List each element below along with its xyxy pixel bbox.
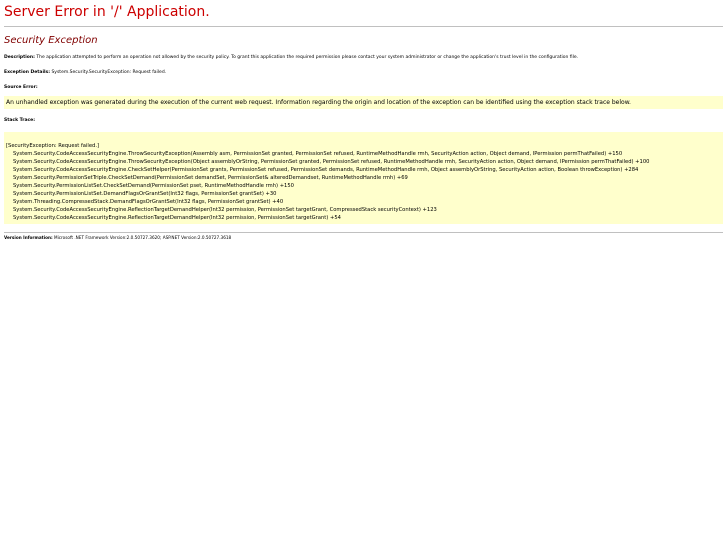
- stack-trace-line: System.Security.CodeAccessSecurityEngine…: [13, 215, 341, 221]
- version-text: Microsoft .NET Framework Version:2.0.507…: [52, 235, 232, 240]
- stack-trace: [SecurityException: Request failed.] Sys…: [4, 132, 723, 224]
- exception-details-text: System.Security.SecurityException: Reque…: [50, 70, 167, 75]
- source-error-message: An unhandled exception was generated dur…: [4, 96, 723, 109]
- source-error-label: Source Error:: [4, 85, 38, 90]
- footer-divider: [4, 232, 723, 233]
- exception-details-label: Exception Details:: [4, 70, 51, 75]
- error-page: Server Error in '/' Application. Securit…: [0, 4, 727, 545]
- stack-trace-line: System.Security.PermissionListSet.CheckS…: [13, 183, 294, 189]
- stack-trace-header: [SecurityException: Request failed.]: [6, 143, 100, 149]
- title-divider: [4, 26, 723, 27]
- stack-trace-line: System.Security.CodeAccessSecurityEngine…: [13, 207, 437, 213]
- stack-trace-line: System.Threading.CompressedStack.DemandF…: [13, 199, 284, 205]
- stack-trace-line: System.Security.CodeAccessSecurityEngine…: [13, 167, 639, 173]
- stack-trace-line: System.Security.PermissionSetTriple.Chec…: [13, 175, 408, 181]
- stack-trace-line: System.Security.PermissionListSet.Demand…: [13, 191, 277, 197]
- exception-details: Exception Details: System.Security.Secur…: [4, 70, 723, 76]
- stack-trace-line: System.Security.CodeAccessSecurityEngine…: [13, 159, 650, 165]
- stack-trace-label: Stack Trace:: [4, 118, 36, 123]
- page-title: Server Error in '/' Application.: [4, 4, 210, 20]
- description: Description: The application attempted t…: [4, 55, 723, 61]
- version-label: Version Information:: [4, 235, 53, 240]
- exception-title: Security Exception: [4, 35, 98, 46]
- version-information: Version Information: Microsoft .NET Fram…: [4, 235, 723, 241]
- description-label: Description:: [4, 55, 35, 60]
- description-text: The application attempted to perform an …: [34, 55, 579, 60]
- stack-trace-line: System.Security.CodeAccessSecurityEngine…: [13, 151, 623, 157]
